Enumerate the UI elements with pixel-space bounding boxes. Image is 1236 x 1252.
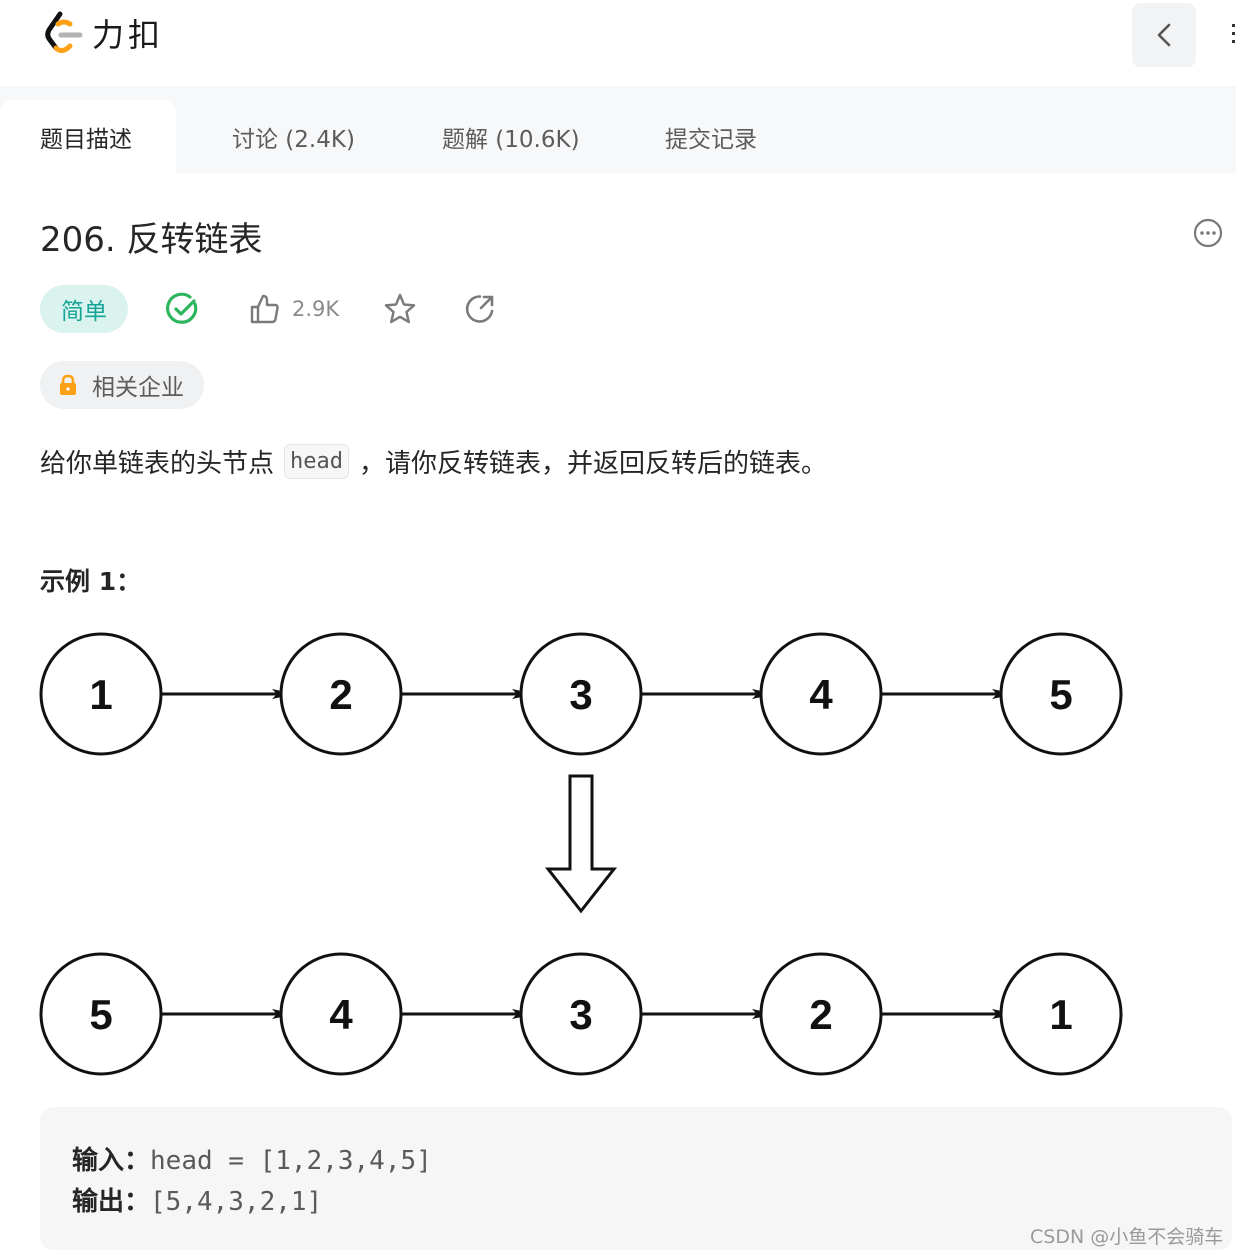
input-value: head = [1,2,3,4,5] bbox=[150, 1146, 432, 1176]
example-input: 输入：head = [1,2,3,4,5] bbox=[72, 1140, 432, 1177]
diagram-row-before: 1 2 3 4 5 bbox=[39, 632, 1123, 756]
tab-discussion[interactable]: 讨论 (2.4K) bbox=[232, 100, 355, 173]
transform-down-arrow-icon bbox=[544, 774, 618, 914]
after-node-value: 4 bbox=[329, 991, 353, 1038]
leetcode-logo-icon bbox=[45, 11, 83, 54]
tab-solutions[interactable]: 题解 (10.6K) bbox=[442, 100, 580, 173]
watermark: CSDN @小鱼不会骑车 bbox=[1030, 1226, 1224, 1248]
tab-description[interactable]: 题目描述 bbox=[0, 100, 176, 173]
before-node-value: 2 bbox=[329, 671, 352, 718]
before-node-value: 1 bbox=[89, 671, 112, 718]
input-label: 输入： bbox=[72, 1146, 151, 1176]
before-node-value: 4 bbox=[809, 671, 833, 718]
back-button[interactable] bbox=[1132, 3, 1196, 67]
share-icon[interactable] bbox=[463, 292, 497, 326]
after-node-value: 3 bbox=[569, 991, 592, 1038]
problem-title: 206. 反转链表 bbox=[40, 220, 263, 260]
after-node-value: 2 bbox=[809, 991, 832, 1038]
like-count: 2.9K bbox=[292, 297, 340, 321]
inline-code: head bbox=[284, 444, 349, 479]
more-vertical-icon[interactable] bbox=[1232, 24, 1236, 48]
output-value: [5,4,3,2,1] bbox=[150, 1187, 323, 1217]
linked-list-diagram: 1 2 3 4 5 5 4 3 2 1 bbox=[39, 632, 1123, 1076]
logo-text: 力扣 bbox=[92, 16, 165, 54]
diagram-row-after: 5 4 3 2 1 bbox=[39, 952, 1123, 1076]
before-node-value: 3 bbox=[569, 671, 592, 718]
thumbs-up-icon[interactable] bbox=[248, 292, 282, 326]
before-node-value: 5 bbox=[1049, 671, 1072, 718]
related-companies-label: 相关企业 bbox=[92, 375, 184, 401]
after-node-value: 1 bbox=[1049, 991, 1072, 1038]
example-title: 示例 1： bbox=[40, 567, 142, 596]
output-label: 输出： bbox=[72, 1187, 151, 1217]
problem-description: 给你单链表的头节点 head ，请你反转链表，并返回反转后的链表。 bbox=[40, 443, 827, 480]
example-output: 输出：[5,4,3,2,1] bbox=[72, 1181, 322, 1218]
difficulty-badge: 简单 bbox=[40, 285, 128, 333]
lock-icon bbox=[60, 374, 76, 395]
description-text: ，请你反转链表，并返回反转后的链表。 bbox=[359, 449, 828, 479]
more-horizontal-icon[interactable] bbox=[1193, 218, 1223, 248]
tab-submissions[interactable]: 提交记录 bbox=[665, 100, 757, 173]
tab-bar: 题目描述 讨论 (2.4K) 题解 (10.6K) 提交记录 bbox=[0, 86, 1236, 173]
description-text: 给你单链表的头节点 bbox=[40, 449, 275, 479]
related-companies-tag[interactable]: 相关企业 bbox=[40, 361, 204, 409]
chevron-left-icon bbox=[1157, 23, 1171, 47]
problem-meta: 简单 2.9K bbox=[40, 285, 640, 333]
check-circle-icon bbox=[166, 292, 198, 324]
star-icon[interactable] bbox=[383, 292, 417, 326]
leetcode-logo[interactable]: 力扣 bbox=[44, 10, 164, 56]
top-bar: 力扣 bbox=[0, 0, 1236, 86]
after-node-value: 5 bbox=[89, 991, 112, 1038]
